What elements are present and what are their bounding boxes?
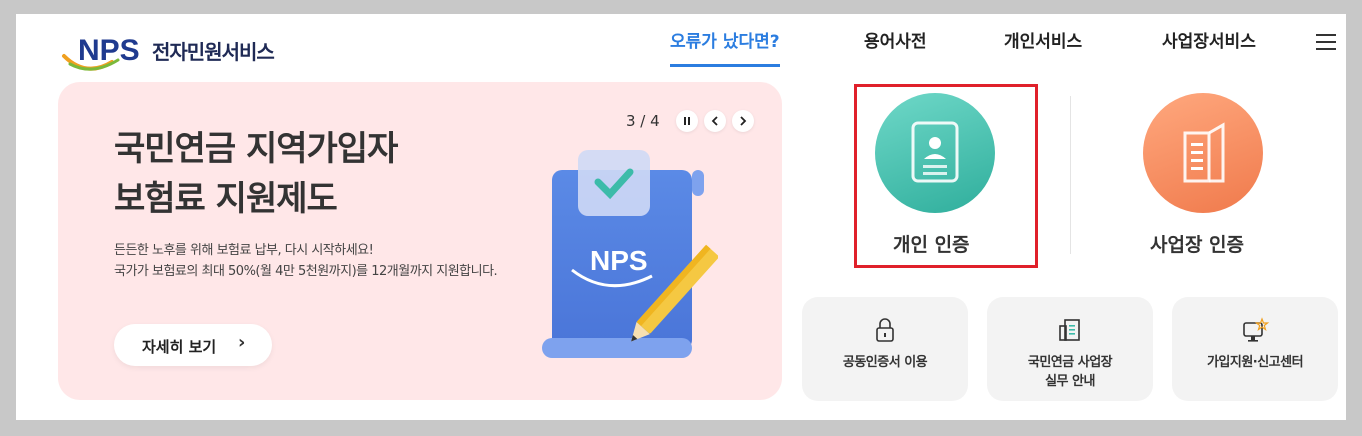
quick-link-support-center[interactable]: 가입지원·신고센터 bbox=[1172, 297, 1338, 401]
business-auth-label[interactable]: 사업장 인증 bbox=[1150, 230, 1244, 257]
nav-item-personal-service[interactable]: 개인서비스 bbox=[1004, 30, 1082, 68]
detail-button-label: 자세히 보기 bbox=[142, 338, 217, 356]
quick-link-label-line2: 실무 안내 bbox=[1045, 374, 1095, 389]
quick-link-label-line1: 공동인증서 이용 bbox=[842, 355, 928, 370]
illustration-nps-text: NPS bbox=[590, 245, 648, 276]
chevron-right-icon: › bbox=[238, 332, 246, 353]
quick-link-label: 국민연금 사업장 실무 안내 bbox=[987, 353, 1153, 391]
lock-icon bbox=[876, 318, 894, 342]
personal-auth-button[interactable] bbox=[875, 93, 995, 213]
quick-link-label: 가입지원·신고센터 bbox=[1172, 353, 1338, 372]
id-card-icon bbox=[911, 121, 959, 183]
detail-button[interactable]: 자세히 보기 › bbox=[114, 324, 272, 366]
nav-item-error-help[interactable]: 오류가 났다면? bbox=[670, 30, 780, 68]
nav-item-business-service[interactable]: 사업장서비스 bbox=[1162, 30, 1256, 68]
quick-link-label-line1: 국민연금 사업장 bbox=[1027, 355, 1113, 370]
banner-desc-line1: 든든한 노후를 위해 보험료 납부, 다시 시작하세요! bbox=[114, 243, 374, 258]
page: NPS 전자민원서비스 오류가 났다면? 용어사전 개인서비스 사업장서비스 국… bbox=[16, 14, 1346, 420]
monitor-icon bbox=[1243, 317, 1270, 342]
nav-item-glossary[interactable]: 용어사전 bbox=[864, 30, 927, 68]
quick-link-label: 공동인증서 이용 bbox=[802, 353, 968, 372]
pause-icon[interactable] bbox=[676, 110, 698, 132]
top-nav: 오류가 났다면? 용어사전 개인서비스 사업장서비스 bbox=[16, 30, 1346, 70]
hamburger-icon[interactable] bbox=[1316, 34, 1336, 50]
pager-count: 3 / 4 bbox=[626, 112, 660, 130]
chevron-left-icon[interactable] bbox=[704, 110, 726, 132]
building-icon bbox=[1183, 122, 1225, 183]
quick-link-label-line1: 가입지원·신고센터 bbox=[1206, 355, 1304, 370]
document-pencil-illustration: NPS bbox=[542, 150, 718, 358]
promo-banner: 국민연금 지역가입자 보험료 지원제도 든든한 노후를 위해 보험료 납부, 다… bbox=[58, 82, 782, 400]
quick-link-certificate[interactable]: 공동인증서 이용 bbox=[802, 297, 968, 401]
banner-description: 든든한 노후를 위해 보험료 납부, 다시 시작하세요! 국가가 보험료의 최대… bbox=[114, 240, 498, 282]
personal-auth-label[interactable]: 개인 인증 bbox=[893, 230, 970, 257]
quick-link-business-guide[interactable]: 국민연금 사업장 실무 안내 bbox=[987, 297, 1153, 401]
auth-divider bbox=[1070, 96, 1071, 254]
banner-title-line2: 보험료 지원제도 bbox=[114, 179, 338, 219]
banner-title: 국민연금 지역가입자 보험료 지원제도 bbox=[114, 124, 398, 224]
banner-title-line1: 국민연금 지역가입자 bbox=[114, 129, 398, 169]
scrollbar[interactable] bbox=[1346, 0, 1362, 436]
banner-desc-line2: 국가가 보험료의 최대 50%(월 4만 5천원까지)를 12개월까지 지원합니… bbox=[114, 264, 498, 279]
business-auth-button[interactable] bbox=[1143, 93, 1263, 213]
document-icon bbox=[1059, 319, 1080, 341]
chevron-right-icon[interactable] bbox=[732, 110, 754, 132]
